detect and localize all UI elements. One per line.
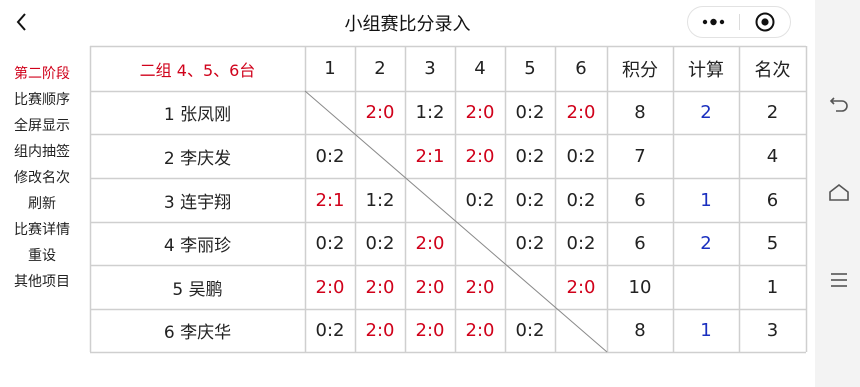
player-name: 6 李庆华 [163, 323, 232, 343]
rank-cell[interactable]: 1 [739, 265, 806, 309]
nav-menu-button[interactable] [827, 268, 851, 292]
score-cell[interactable]: 0:2 [455, 178, 505, 222]
score-cell[interactable]: 0:2 [505, 178, 555, 222]
points-cell: 7 [634, 145, 646, 167]
score-cell[interactable]: 0:2 [505, 134, 555, 178]
sidebar-item-4[interactable]: 修改名次 [0, 168, 84, 188]
points-cell: 6 [634, 233, 646, 254]
column-header: 1 [324, 58, 336, 79]
column-header: 名次 [754, 59, 791, 81]
score-table: 二组 4、5、6台 1 2 3 4 5 6 积分 计算 名次 1 张凤刚 2:0 1:2 2:0 0:2 2:… [0, 0, 815, 387]
system-nav-bar [815, 0, 860, 387]
score-cell[interactable]: 0:2 [305, 222, 355, 265]
title-bar: 小组赛比分录入 [0, 0, 815, 46]
points-cell: 8 [634, 102, 646, 123]
column-header: 4 [474, 58, 486, 79]
score-cell[interactable]: 0:2 [555, 222, 607, 265]
score-cell[interactable]: 1:2 [405, 91, 455, 134]
calc-cell[interactable]: 2 [673, 91, 739, 134]
score-cell[interactable]: 2:0 [405, 309, 455, 352]
score-cell[interactable]: 2:0 [355, 91, 405, 134]
points-cell: 10 [628, 276, 652, 298]
nav-home-button[interactable] [827, 181, 851, 205]
calc-cell[interactable] [673, 265, 739, 309]
score-cell[interactable]: 2:0 [405, 222, 455, 265]
column-header: 计算 [688, 59, 724, 81]
calc-cell[interactable] [673, 134, 739, 178]
nav-home-icon [829, 183, 849, 201]
nav-back-button[interactable] [827, 94, 851, 118]
column-header: 5 [524, 58, 536, 79]
close-button[interactable] [740, 7, 791, 37]
calc-cell[interactable]: 2 [673, 222, 739, 265]
nav-back-icon [829, 97, 848, 112]
score-cell[interactable]: 2:0 [305, 265, 355, 309]
score-cell[interactable]: 0:2 [355, 222, 405, 265]
score-cell[interactable]: 2:0 [455, 265, 505, 309]
column-header: 3 [424, 58, 436, 79]
sidebar-item-1[interactable]: 比赛顺序 [0, 90, 84, 110]
sidebar-item-7[interactable]: 重设 [0, 246, 84, 266]
score-cell[interactable]: 0:2 [305, 134, 355, 178]
score-cell[interactable]: 0:2 [505, 222, 555, 265]
nav-menu-icon [831, 273, 847, 287]
score-cell[interactable]: 2:0 [455, 91, 505, 134]
score-cell[interactable]: 2:0 [455, 309, 505, 352]
score-cell[interactable]: 2:0 [455, 134, 505, 178]
target-close-icon [755, 12, 775, 32]
rank-cell[interactable]: 4 [739, 134, 806, 178]
score-cell[interactable]: 0:2 [555, 134, 607, 178]
player-name: 4 李丽珍 [163, 236, 232, 256]
rank-cell[interactable]: 3 [739, 309, 806, 352]
column-header: 6 [575, 58, 587, 79]
sidebar-item-3[interactable]: 组内抽签 [0, 142, 84, 162]
player-name: 2 李庆发 [163, 148, 232, 169]
column-header: 2 [374, 58, 386, 79]
score-cell[interactable]: 0:2 [555, 178, 607, 222]
points-cell: 6 [634, 189, 646, 211]
sidebar-item-6[interactable]: 比赛详情 [0, 220, 84, 240]
rank-cell[interactable]: 2 [739, 91, 806, 134]
calc-cell[interactable]: 1 [673, 178, 739, 222]
score-cell[interactable]: 2:0 [405, 265, 455, 309]
score-cell[interactable]: 2:0 [355, 309, 405, 352]
sidebar-item-8[interactable]: 其他项目 [0, 272, 84, 292]
score-cell[interactable]: 2:1 [305, 178, 355, 222]
score-cell[interactable]: 2:1 [405, 134, 455, 178]
rank-cell[interactable]: 5 [739, 222, 806, 265]
calc-cell[interactable]: 1 [673, 309, 739, 352]
sidebar-item-5[interactable]: 刷新 [0, 194, 84, 214]
more-button[interactable] [688, 7, 739, 37]
score-cell[interactable]: 2:0 [555, 265, 607, 309]
score-cell[interactable]: 2:0 [555, 91, 607, 134]
sidebar-item-2[interactable]: 全屏显示 [0, 116, 84, 136]
score-cell[interactable]: 0:2 [505, 309, 555, 352]
more-dots-icon [702, 18, 725, 26]
points-cell: 8 [634, 320, 646, 341]
player-name: 3 连宇翔 [163, 192, 232, 213]
player-name: 5 吴鹏 [172, 279, 223, 300]
group-label: 二组 4、5、6台 [139, 60, 256, 80]
score-cell[interactable]: 0:2 [305, 309, 355, 352]
sidebar-item-0[interactable]: 第二阶段 [0, 64, 84, 84]
player-name: 1 张凤刚 [163, 105, 232, 125]
column-header: 积分 [622, 59, 658, 81]
score-cell[interactable]: 2:0 [355, 265, 405, 309]
rank-cell[interactable]: 6 [739, 178, 806, 222]
score-cell[interactable]: 0:2 [505, 91, 555, 134]
score-cell[interactable]: 1:2 [355, 178, 405, 222]
mini-program-capsule [687, 6, 791, 38]
